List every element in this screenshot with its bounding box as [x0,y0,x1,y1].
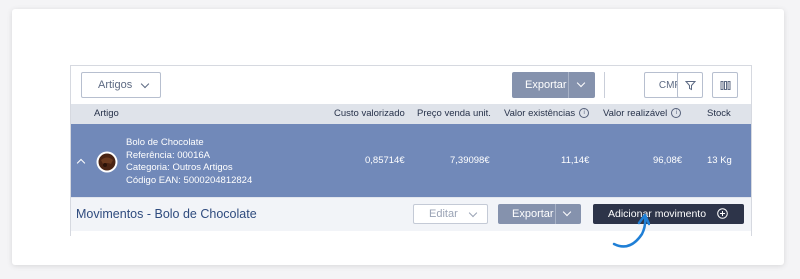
plus-circle-icon [717,208,728,219]
chevron-up-icon[interactable] [76,158,86,168]
header-valor-real: Valor realizável i [603,108,682,119]
item-referencia: Referência: 00016A [126,149,210,161]
header-valor-real-label: Valor realizável [603,108,668,119]
chevron-down-icon [140,79,150,89]
item-name: Bolo de Chocolate [126,137,204,148]
editar-button[interactable]: Editar [413,204,488,224]
header-artigo: Artigo [94,108,119,119]
curved-arrow-icon [612,213,650,248]
item-categoria: Categoria: Outros Artigos [126,162,233,173]
table-header: Artigo Custo valorizado Preço venda unit… [71,104,751,124]
artigos-select-label: Artigos [98,79,133,91]
filter-icon [684,80,696,90]
columns-button[interactable] [712,72,738,98]
editar-label: Editar [429,208,458,220]
header-valor-exist: Valor existências i [504,108,590,119]
chevron-down-icon [468,208,478,218]
exportar-movimentos-button[interactable]: Exportar [498,204,581,224]
columns-icon [720,80,730,90]
cake-thumbnail [96,151,118,173]
artigos-select[interactable]: Artigos [81,72,161,98]
item-ean: Código EAN: 5000204812824 [126,174,253,186]
item-custo: 0,85714€ [365,155,405,166]
exportar-movimentos-label: Exportar [512,208,554,220]
item-valor-exist: 11,14€ [561,155,590,166]
info-icon[interactable]: i [579,108,590,119]
item-stock: 13 Kg [707,155,732,166]
item-info: Bolo de Chocolate Referência: 00016A Cat… [126,137,252,187]
filter-button[interactable] [677,72,703,98]
item-preco: 7,39098€ [450,155,490,166]
header-preco: Preço venda unit. [417,108,491,119]
table-row[interactable]: Bolo de Chocolate Referência: 00016A Cat… [71,124,751,197]
exportar-button[interactable]: Exportar [512,72,595,98]
exportar-divider [555,204,556,224]
main-card: Artigos Exportar CMP Artigo Custo valori… [12,9,784,265]
stock-panel: Artigos Exportar CMP Artigo Custo valori… [70,65,752,236]
info-icon[interactable]: i [671,108,682,119]
header-stock: Stock [707,108,731,119]
header-valor-exist-label: Valor existências [504,108,576,119]
toolbar: Artigos Exportar CMP [71,66,751,104]
exportar-divider [568,72,569,98]
chevron-down-icon [576,78,586,88]
header-custo: Custo valorizado [334,108,405,119]
chevron-down-icon [562,207,572,217]
movimentos-title: Movimentos - Bolo de Chocolate [76,207,257,221]
exportar-label: Exportar [525,79,567,91]
toolbar-divider [604,72,605,98]
item-valor-real: 96,08€ [653,155,683,166]
